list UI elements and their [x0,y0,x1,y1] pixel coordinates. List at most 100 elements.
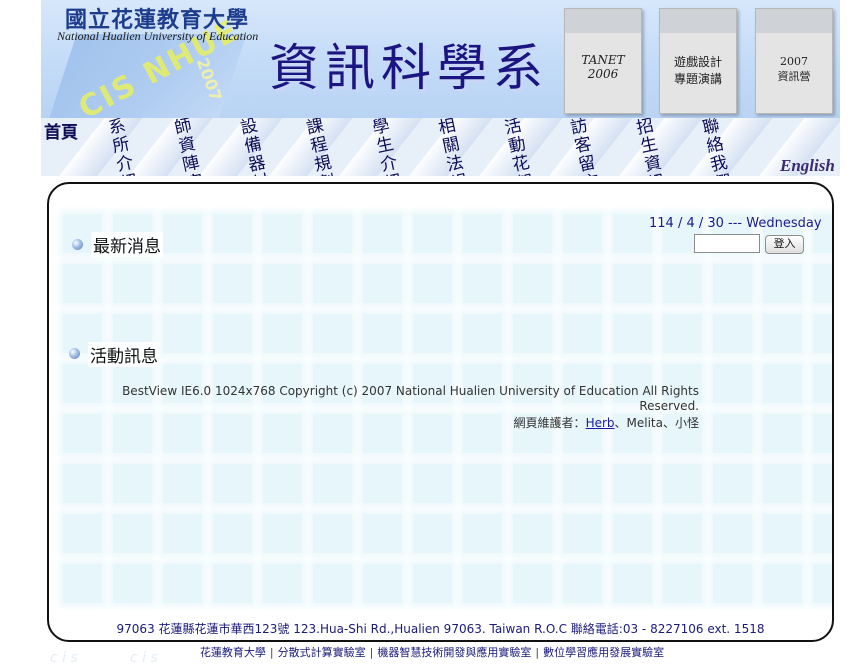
nav-home[interactable]: 首頁 [44,118,78,143]
background-tile [413,264,452,303]
footer-link-machine-intelligence-lab[interactable]: 機器智慧技術開發與應用實驗室 [377,646,531,659]
background-tile [163,514,202,553]
bullet-icon [72,239,83,250]
background-tile [463,314,502,353]
contact-address: 97063 花蓮縣花蓮市華西123號 123.Hua-Shi Rd.,Huali… [116,622,765,636]
background-tile [113,464,152,503]
footer-link-university[interactable]: 花蓮教育大學 [200,646,266,659]
nav-english[interactable]: English [780,156,835,176]
background-tile [313,314,352,353]
background-tile [663,514,702,553]
site-banner: CIS NHUE 2007 國立花蓮教育大學 National Hualien … [41,0,840,118]
background-tile [163,314,202,353]
background-tile [813,364,832,403]
background-tile [263,314,302,353]
background-tile [563,314,602,353]
background-tile [263,214,302,253]
background-tile [563,214,602,253]
background-tile [113,414,152,453]
background-tile [263,464,302,503]
background-tile [413,314,452,353]
background-tile [713,564,752,603]
background-tile [813,414,832,453]
background-tile [463,564,502,603]
background-tile [363,564,402,603]
background-tile [63,414,102,453]
background-tile [763,564,802,603]
background-tile [613,314,652,353]
background-tile [213,264,252,303]
background-tile [363,514,402,553]
background-tile [463,214,502,253]
background-tile [313,414,352,453]
poster-camp-text: 2007 資訊營 [777,55,811,83]
background-tile [663,314,702,353]
background-tile [213,414,252,453]
university-name-en: National Hualien University of Education [57,29,259,43]
bullet-icon [69,348,80,359]
background-tile [363,314,402,353]
background-tile [513,214,552,253]
main-navigation: 首頁 系所介紹 師資陣容 設備器材 課程規劃 學生介紹 相關法規 活動花絮 訪客… [41,118,840,176]
background-tile [163,214,202,253]
background-tile [63,264,102,303]
background-tile [313,214,352,253]
background-tile [113,264,152,303]
background-tile [763,514,802,553]
background-tile [713,264,752,303]
poster-tanet[interactable]: TANET 2006 [564,8,642,114]
department-title: 資訊科學系 [269,39,549,97]
background-tile [363,464,402,503]
background-tile [763,314,802,353]
background-tile [313,264,352,303]
background-tile [713,414,752,453]
background-tile [813,514,832,553]
footer-link-distributed-lab[interactable]: 分散式計算實驗室 [278,646,366,659]
poster-tanet-text: TANET 2006 [581,53,625,81]
footer-link-elearning-lab[interactable]: 數位學習應用發展實驗室 [543,646,664,659]
login-input[interactable] [694,234,760,253]
background-tile [763,364,802,403]
activity-section-title: 活動訊息 [88,342,160,367]
background-tile [63,464,102,503]
copyright-text: BestView IE6.0 1024x768 Copyright (c) 20… [122,384,699,413]
background-tile [63,514,102,553]
background-tile [363,264,402,303]
background-tile [113,564,152,603]
poster-game-design-talk[interactable]: 遊戲設計 專題演講 [659,8,737,114]
login-button[interactable]: 登入 [765,235,804,254]
background-tile [113,514,152,553]
background-tile [663,464,702,503]
background-tile [613,514,652,553]
poster-camp-2007[interactable]: 2007 資訊營 [755,8,833,114]
background-tile [463,464,502,503]
background-tile [413,464,452,503]
background-tile [513,564,552,603]
maintainer-others: 、Melita、小怪 [614,416,699,430]
background-tile [713,464,752,503]
background-tile [163,264,202,303]
maintainer-line: 網頁維護者：Herb、Melita、小怪 [349,414,699,431]
maintainer-link-herb[interactable]: Herb [586,416,615,430]
background-tile [463,514,502,553]
background-tile [313,514,352,553]
background-tile [263,414,302,453]
background-tile [213,314,252,353]
background-tile [313,464,352,503]
background-tile [513,464,552,503]
background-tile [563,514,602,553]
background-tile [613,464,652,503]
nav-dept-intro[interactable]: 系所介紹 [107,118,142,176]
background-tile [163,564,202,603]
background-tile [713,314,752,353]
background-tile [813,264,832,303]
background-tile [263,564,302,603]
content-panel: 114 / 4 / 30 --- Wednesday 登入 最新消息 活動訊息 … [47,182,834,642]
background-tile [63,364,102,403]
background-tile [463,264,502,303]
background-tile [513,514,552,553]
background-tile [313,564,352,603]
background-tile [763,264,802,303]
background-tile [213,564,252,603]
maintainer-label: 網頁維護者： [513,416,586,430]
